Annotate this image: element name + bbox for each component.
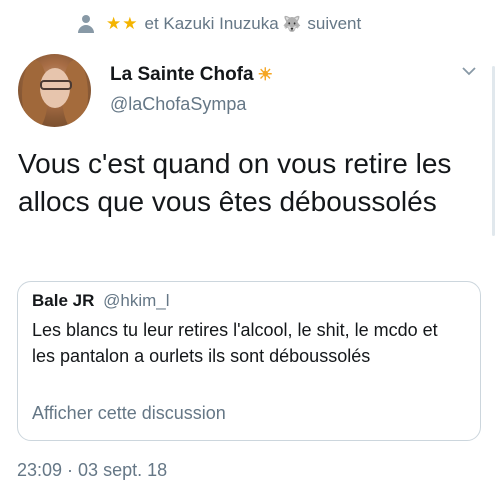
show-thread-link[interactable]: Afficher cette discussion bbox=[32, 403, 226, 424]
sun-emoji-icon: ☀ bbox=[257, 65, 273, 84]
social-context-follow-text: suivent bbox=[307, 14, 362, 33]
quoted-tweet-card[interactable]: Bale JR @hkim_l Les blancs tu leur retir… bbox=[17, 281, 481, 441]
quoted-author-handle: @hkim_l bbox=[103, 291, 170, 310]
social-context-text: et Kazuki Inuzuka bbox=[144, 14, 279, 33]
author-display-name[interactable]: La Sainte Chofa ☀ bbox=[110, 64, 273, 86]
person-icon bbox=[78, 15, 94, 33]
stars-emoji: ★★ bbox=[106, 14, 139, 33]
tweet-text: Vous c'est quand on vous retire les allo… bbox=[18, 148, 452, 217]
tweet-timestamp[interactable]: 23:09 · 03 sept. 18 bbox=[17, 460, 167, 481]
social-context[interactable]: ★★ et Kazuki Inuzuka 🐺 suivent bbox=[78, 12, 361, 36]
quoted-author-name: Bale JR bbox=[32, 291, 95, 310]
wolf-emoji-icon: 🐺 bbox=[282, 16, 302, 33]
chevron-down-icon[interactable] bbox=[462, 64, 476, 78]
author-handle[interactable]: @laChofaSympa bbox=[110, 94, 246, 115]
author-name-text: La Sainte Chofa bbox=[110, 64, 254, 85]
quoted-tweet-text: Les blancs tu leur retires l'alcool, le … bbox=[32, 320, 438, 366]
avatar[interactable] bbox=[18, 54, 91, 127]
quoted-tweet-header: Bale JR @hkim_l bbox=[32, 291, 170, 311]
